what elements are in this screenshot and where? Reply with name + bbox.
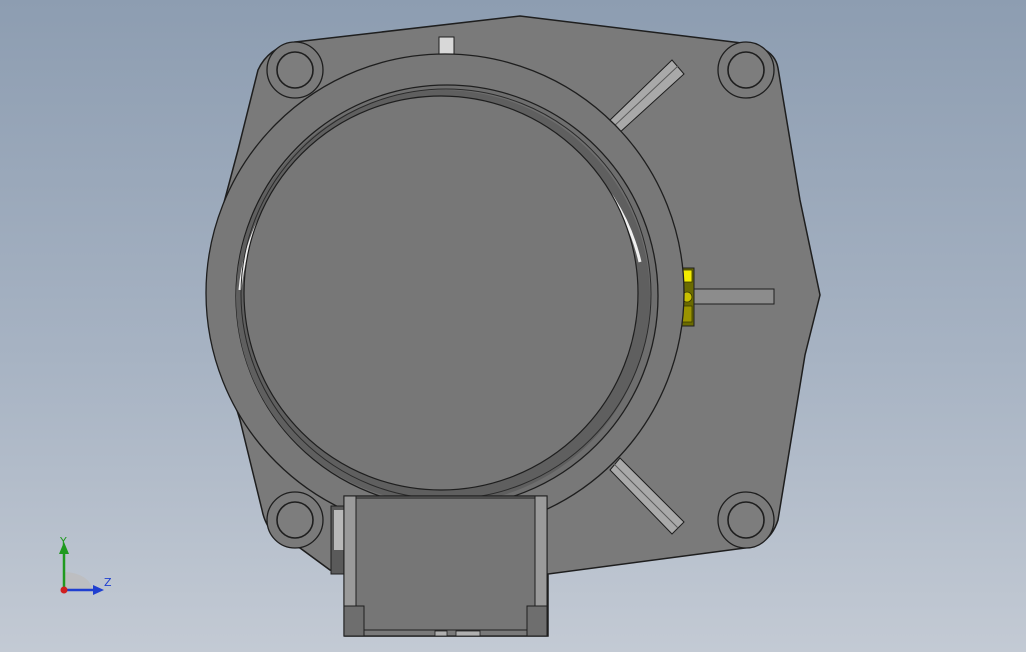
view-triad[interactable]: Y Z xyxy=(59,535,112,595)
graphics-viewport[interactable]: Y Z xyxy=(0,0,1026,652)
gearbox[interactable] xyxy=(343,495,548,637)
mounting-hole-top-right[interactable] xyxy=(717,41,775,99)
mounting-hole-top-left[interactable] xyxy=(266,41,324,99)
mounting-hole-bottom-left[interactable] xyxy=(266,491,324,549)
triad-z-label: Z xyxy=(104,576,112,589)
mounting-hole-bottom-right[interactable] xyxy=(717,491,775,549)
x-axis-icon xyxy=(60,586,68,594)
rib-right[interactable] xyxy=(691,288,775,305)
cover-disc[interactable] xyxy=(243,95,639,491)
triad-y-label: Y xyxy=(59,535,67,548)
